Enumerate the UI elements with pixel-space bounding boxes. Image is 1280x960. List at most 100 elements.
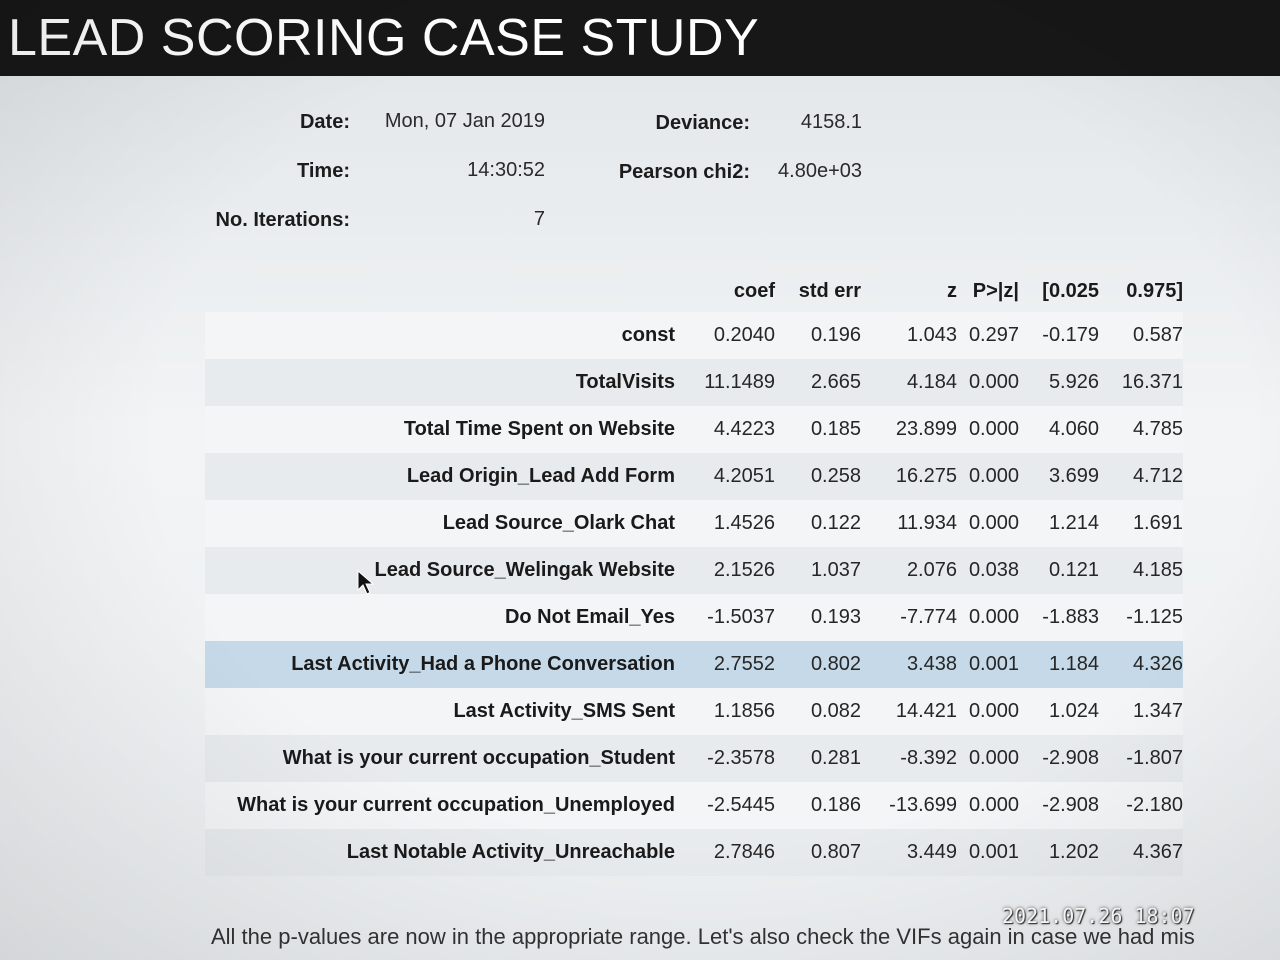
iterations-value: 7: [533, 208, 545, 230]
time-value: 14:30:52: [467, 159, 545, 181]
table-cell: -1.5037: [675, 594, 775, 641]
row-label: Lead Origin_Lead Add Form: [205, 453, 675, 500]
table-cell: 16.371: [1099, 359, 1183, 406]
table-cell: 4.326: [1099, 641, 1183, 688]
page-title: LEAD SCORING CASE STUDY: [8, 9, 760, 67]
table-cell: 5.926: [1019, 359, 1099, 406]
table-cell: 0.121: [1019, 547, 1099, 594]
table-row: Last Activity_SMS Sent 1.1856 0.082 14.421 0…: [205, 688, 1183, 735]
column-header: std err: [798, 279, 861, 302]
table-cell: 4.4223: [675, 406, 775, 453]
table-row: Last Activity_Had a Phone Conversation 2.…: [205, 641, 1183, 688]
table-cell: -1.883: [1019, 594, 1099, 641]
table-cell: 4.184: [861, 359, 957, 406]
table-cell: 0.038: [957, 547, 1019, 594]
table-cell: 0.000: [957, 453, 1019, 500]
table-cell: 1.4526: [675, 500, 775, 547]
table-cell: 1.1856: [675, 688, 775, 735]
table-cell: 4.712: [1099, 453, 1183, 500]
column-header: [0.025: [1042, 279, 1099, 302]
table-row: TotalVisits 11.1489 2.665 4.184 0.000 5.926 16…: [205, 359, 1183, 406]
table-cell: -2.5445: [675, 782, 775, 829]
date-label: Date:: [299, 111, 350, 133]
row-label: const: [205, 312, 675, 359]
table-cell: 3.438: [861, 641, 957, 688]
table-row: Lead Source_Olark Chat 1.4526 0.122 11.934 0…: [205, 500, 1183, 547]
iterations-label: No. Iterations:: [215, 209, 350, 231]
table-cell: 0.802: [775, 641, 861, 688]
row-label: TotalVisits: [205, 359, 675, 406]
table-cell: -13.699: [861, 782, 957, 829]
column-header: 0.975]: [1126, 279, 1183, 302]
row-label: Last Activity_Had a Phone Conversation: [205, 641, 675, 688]
table-cell: 1.043: [861, 312, 957, 359]
table-cell: 3.699: [1019, 453, 1099, 500]
table-row: What is your current occupation_Student -…: [205, 735, 1183, 782]
mouse-cursor-icon: [357, 570, 375, 595]
table-cell: 0.186: [775, 782, 861, 829]
table-cell: 0.297: [957, 312, 1019, 359]
table-cell: 4.060: [1019, 406, 1099, 453]
row-label: What is your current occupation_Student: [205, 735, 675, 782]
table-cell: 4.785: [1099, 406, 1183, 453]
table-header-blank: [205, 270, 675, 312]
table-cell: -1.807: [1099, 735, 1183, 782]
table-cell: 0.281: [775, 735, 861, 782]
table-cell: -8.392: [861, 735, 957, 782]
row-label: Last Notable Activity_Unreachable: [205, 829, 675, 876]
title-bar: LEAD SCORING CASE STUDY: [0, 0, 1280, 76]
table-row: const 0.2040 0.196 1.043 0.297 -0.179 0.587: [205, 312, 1183, 359]
photo-timestamp: 2021.07.26 18:07: [1002, 904, 1195, 928]
table-cell: 3.449: [861, 829, 957, 876]
table-row: What is your current occupation_Unemploy…: [205, 782, 1183, 829]
table-cell: 1.347: [1099, 688, 1183, 735]
table-cell: 2.076: [861, 547, 957, 594]
table-cell: 4.185: [1099, 547, 1183, 594]
notebook-output: Date: Mon, 07 Jan 2019 Time: 14:30:52 No…: [0, 76, 1280, 960]
table-cell: -2.3578: [675, 735, 775, 782]
row-label: Do Not Email_Yes: [205, 594, 675, 641]
table-cell: 0.000: [957, 782, 1019, 829]
deviance-value: 4158.1: [800, 111, 862, 133]
table-cell: 2.7846: [675, 829, 775, 876]
table-row: Total Time Spent on Website 4.4223 0.185 23…: [205, 406, 1183, 453]
deviance-label: Deviance:: [655, 112, 751, 134]
table-cell: 2.1526: [675, 547, 775, 594]
table-cell: 1.202: [1019, 829, 1099, 876]
table-cell: 1.691: [1099, 500, 1183, 547]
table-cell: 0.000: [957, 594, 1019, 641]
table-cell: -2.180: [1099, 782, 1183, 829]
row-label: Lead Source_Welingak Website: [205, 547, 675, 594]
table-cell: 2.665: [775, 359, 861, 406]
table-cell: 1.184: [1019, 641, 1099, 688]
table-header-row: coef std err z P>|z| [0.025 0.975]: [205, 270, 1183, 312]
table-cell: 0.000: [957, 735, 1019, 782]
date-value: Mon, 07 Jan 2019: [384, 110, 545, 132]
table-cell: 0.587: [1099, 312, 1183, 359]
table-cell: 0.001: [957, 829, 1019, 876]
table-cell: 0.001: [957, 641, 1019, 688]
time-label: Time:: [297, 160, 350, 182]
pearson-value: 4.80e+03: [778, 160, 862, 182]
table-cell: 0.807: [775, 829, 861, 876]
table-row: Do Not Email_Yes -1.5037 0.193 -7.774 0.000-…: [205, 594, 1183, 641]
table-cell: 11.934: [861, 500, 957, 547]
table-row: Lead Source_Welingak Website 2.1526 1.037 2…: [205, 547, 1183, 594]
table-cell: 0.000: [957, 688, 1019, 735]
table-row: Last Notable Activity_Unreachable 2.7846 0…: [205, 829, 1183, 876]
table-cell: 4.2051: [675, 453, 775, 500]
table-cell: 0.122: [775, 500, 861, 547]
table-cell: -2.908: [1019, 735, 1099, 782]
column-header: P>|z|: [972, 279, 1019, 302]
column-header: z: [947, 279, 957, 302]
table-cell: 0.2040: [675, 312, 775, 359]
row-label: Last Activity_SMS Sent: [205, 688, 675, 735]
table-cell: 16.275: [861, 453, 957, 500]
table-cell: 14.421: [861, 688, 957, 735]
table-cell: -0.179: [1019, 312, 1099, 359]
row-label: Total Time Spent on Website: [205, 406, 675, 453]
table-cell: 0.000: [957, 500, 1019, 547]
column-header: coef: [733, 279, 775, 302]
table-cell: 0.000: [957, 406, 1019, 453]
table-row: Lead Origin_Lead Add Form 4.2051 0.258 16.2…: [205, 453, 1183, 500]
